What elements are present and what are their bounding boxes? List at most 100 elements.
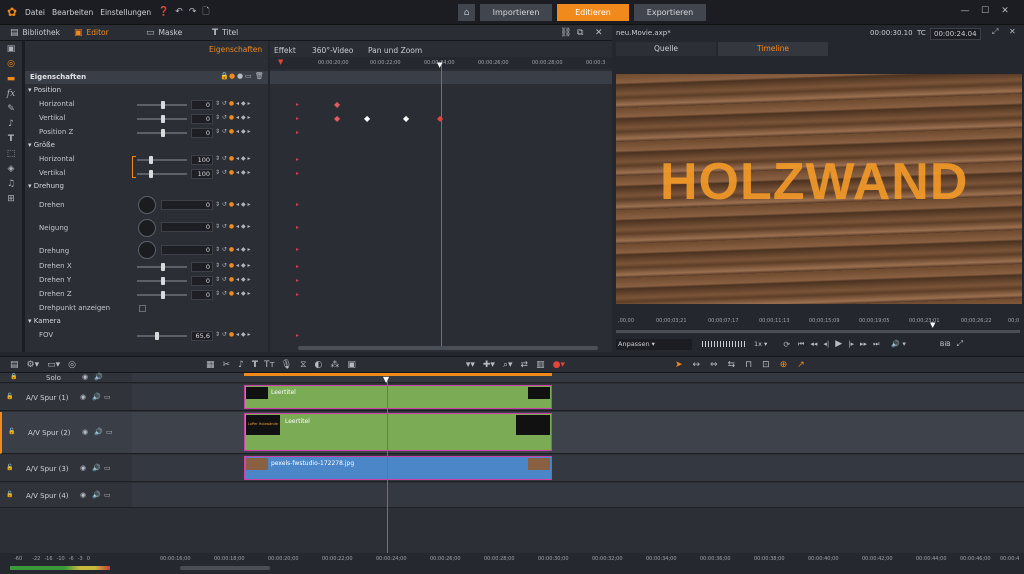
input-position-z[interactable]: 0 xyxy=(191,128,213,138)
input-groesse-vertikal[interactable]: 100 xyxy=(191,169,213,179)
keyframe-controls-icon[interactable]: ⇕ ↺ ● ◂ ◆ ▸ xyxy=(215,201,250,208)
timecode-display[interactable]: 00:00:24.04 xyxy=(930,28,981,40)
input-drehen-z[interactable]: 0 xyxy=(191,290,213,300)
keyframe-controls-icon[interactable]: ⇕ ↺ ● ◂ ◆ ▸ xyxy=(215,246,250,253)
stamp-tool-icon[interactable]: ⬚ xyxy=(0,146,22,161)
slider-groesse-horizontal[interactable] xyxy=(137,156,187,164)
ripple-icon[interactable]: ⇄ xyxy=(521,360,529,370)
speaker-icon[interactable]: 🔊 xyxy=(94,428,103,436)
aspect-link-bracket[interactable] xyxy=(132,156,136,178)
eye-icon[interactable]: ◉ xyxy=(80,464,86,472)
slider-knob[interactable] xyxy=(161,129,165,137)
title-text-icon[interactable]: Tᴛ xyxy=(264,360,275,370)
input-drehen-y[interactable]: 0 xyxy=(191,276,213,286)
speaker-icon[interactable]: 🔊 xyxy=(92,393,101,401)
edit-button[interactable]: Editieren xyxy=(557,4,629,21)
slider-knob[interactable] xyxy=(149,170,153,178)
kf-arrow[interactable]: ▸ xyxy=(296,170,299,177)
maximize-icon[interactable]: ☐ xyxy=(975,6,995,16)
clip-icon[interactable]: ▣ xyxy=(347,360,356,370)
kf-arrow[interactable]: ▸ xyxy=(296,291,299,298)
monitor-icon[interactable]: ▭ xyxy=(106,428,113,436)
kf-arrow[interactable]: ▸ xyxy=(296,201,299,208)
panel-close-icon[interactable]: ✕ xyxy=(595,28,603,38)
timeline-playhead[interactable] xyxy=(387,381,388,553)
kf-arrow[interactable]: ▸ xyxy=(296,129,299,136)
slider-knob[interactable] xyxy=(161,115,165,123)
slider-drehen-z[interactable] xyxy=(137,291,187,299)
keyframe-controls-icon[interactable]: ⇕ ↺ ● ◂ ◆ ▸ xyxy=(215,331,250,338)
audio-scrub-icon[interactable] xyxy=(702,341,746,347)
folder-tool-icon[interactable]: ▬ xyxy=(0,71,22,86)
minimize-icon[interactable]: — xyxy=(955,6,975,16)
export-button[interactable]: Exportieren xyxy=(634,4,706,21)
zoom-icon[interactable]: ⌕▾ xyxy=(503,360,513,370)
magnet-icon[interactable]: ⊓ xyxy=(745,360,752,370)
trash-icon[interactable]: 🗑 xyxy=(255,72,264,80)
chapter-icon[interactable]: ✚▾ xyxy=(483,360,495,370)
keyframe-scrollbar[interactable] xyxy=(298,346,598,350)
pointer-icon[interactable]: ➤ xyxy=(675,360,683,370)
input-groesse-horizontal[interactable]: 100 xyxy=(191,155,213,165)
tab-quelle[interactable]: Quelle xyxy=(616,42,716,56)
eye-icon[interactable]: ◉ xyxy=(82,373,88,381)
subtab-eigenschaften[interactable]: Eigenschaften xyxy=(209,45,262,54)
timeline-scrollbar[interactable] xyxy=(180,566,270,570)
kf-arrow[interactable]: ▸ xyxy=(296,246,299,253)
solo-label[interactable]: Solo xyxy=(46,374,61,382)
track-name[interactable]: A/V Spur (1) xyxy=(26,394,69,402)
go-start-icon[interactable]: ⏮ xyxy=(798,340,804,349)
slip-icon[interactable]: ↔ xyxy=(693,360,701,370)
eye-icon[interactable]: ◉ xyxy=(80,491,86,499)
input-drehung[interactable]: 0 xyxy=(161,245,213,255)
lock-icon[interactable]: 🔓 xyxy=(6,393,13,400)
color-tool-icon[interactable]: ◎ xyxy=(0,56,22,71)
checkbox-drehpunkt[interactable] xyxy=(139,305,146,312)
slider-vertikal[interactable] xyxy=(137,115,187,123)
menu-bearbeiten[interactable]: Bearbeiten xyxy=(52,8,93,17)
kf-arrow[interactable]: ▸ xyxy=(296,332,299,339)
redo-icon[interactable]: ↷ xyxy=(189,7,197,17)
clip-leertitel-2[interactable]: LoPer Holzwände Leertitel xyxy=(244,413,552,451)
slider-knob[interactable] xyxy=(161,101,165,109)
slider-horizontal[interactable] xyxy=(137,101,187,109)
tab-timeline[interactable]: Timeline xyxy=(718,42,828,56)
work-area-bar[interactable] xyxy=(244,373,552,376)
slider-fov[interactable] xyxy=(137,332,187,340)
slider-drehen-x[interactable] xyxy=(137,263,187,271)
loop-icon[interactable]: ⟳ xyxy=(783,340,790,349)
color-icon[interactable]: ◐ xyxy=(314,360,322,370)
link-icon[interactable]: ⛓ xyxy=(560,28,571,38)
fit-timeline-icon[interactable]: ⇆ xyxy=(728,360,736,370)
keyframe-diamond[interactable]: ◆ xyxy=(364,114,370,123)
volume-icon[interactable]: 🔊 ▾ xyxy=(891,340,905,348)
transition-icon[interactable]: ⧖ xyxy=(300,360,306,370)
section-drehung[interactable]: ▾ Drehung xyxy=(28,182,64,190)
document-icon[interactable]: 🗋 xyxy=(202,4,209,20)
slider-knob[interactable] xyxy=(161,291,165,299)
title-tool-icon[interactable]: T xyxy=(252,360,258,370)
kf-arrow[interactable]: ▸ xyxy=(296,101,299,108)
gear-icon[interactable]: ⚙▾ xyxy=(27,360,40,370)
keyframe-controls-icon[interactable]: ⇕ ↺ ● ◂ ◆ ▸ xyxy=(215,290,250,297)
keyframe-diamond[interactable]: ◆ xyxy=(334,100,340,109)
help-icon[interactable]: ❓ xyxy=(158,7,169,17)
speed-ramp-icon[interactable]: ⊕ xyxy=(780,360,788,370)
preview-fullscreen-icon[interactable]: ⤢ xyxy=(957,339,963,349)
audio-mix-icon[interactable]: ♪ xyxy=(238,360,244,370)
lock-icon[interactable]: 🔓 xyxy=(6,491,13,498)
slider-position-z[interactable] xyxy=(137,129,187,137)
keyframe-marker-icon[interactable]: ▼ xyxy=(278,58,283,66)
keyframe-diamond[interactable]: ◆ xyxy=(334,114,340,123)
dot-icon[interactable]: ● xyxy=(237,72,243,80)
kf-arrow[interactable]: ▸ xyxy=(296,156,299,163)
fit-dropdown[interactable]: Anpassen ▾ xyxy=(616,338,692,350)
input-horizontal[interactable]: 0 xyxy=(191,100,213,110)
playhead-marker-icon[interactable]: ▼ xyxy=(437,61,442,69)
eye-icon[interactable]: ◉ xyxy=(80,393,86,401)
input-fov[interactable]: 65,6 xyxy=(191,331,213,341)
keyframe-controls-icon[interactable]: ⇕ ↺ ● ◂ ◆ ▸ xyxy=(215,223,250,230)
rotation-dial-neigung[interactable] xyxy=(138,219,156,237)
music-tool-icon[interactable]: ♪ xyxy=(0,116,22,131)
slider-knob[interactable] xyxy=(149,156,153,164)
